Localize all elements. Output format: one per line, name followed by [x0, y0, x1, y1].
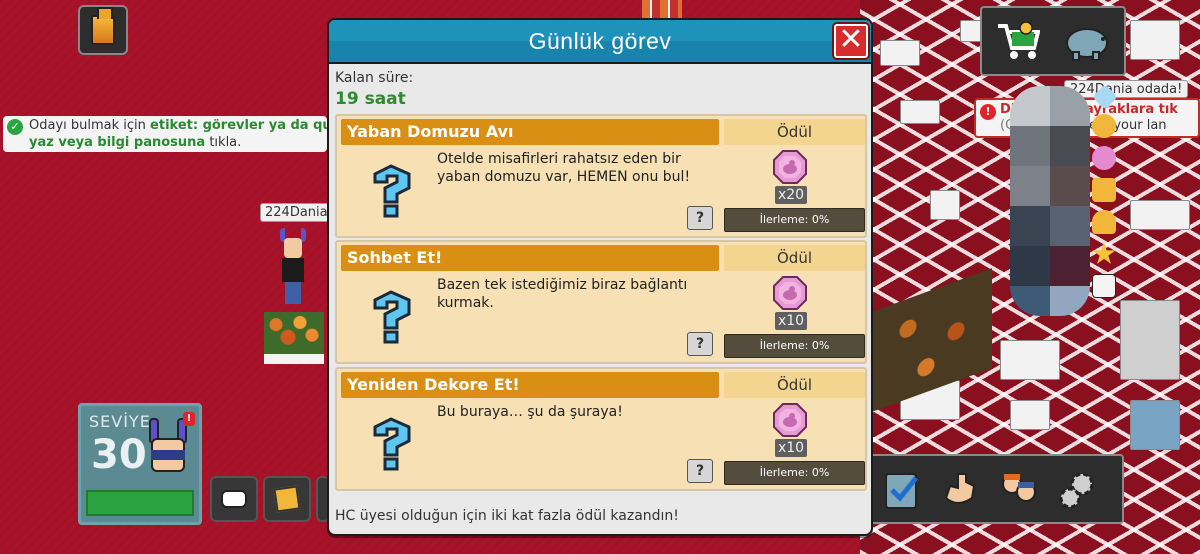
waterfall — [1130, 400, 1180, 450]
reward-count: x10 — [775, 439, 807, 457]
question-mark-icon — [373, 290, 411, 344]
chat-button[interactable] — [210, 476, 258, 522]
quest-card: Yaban Domuzu Avı Ödül Otelde misafirleri… — [335, 114, 867, 238]
reward-count: x10 — [775, 312, 807, 330]
quest-title: Yaban Domuzu Avı — [341, 119, 719, 145]
reward-header: Ödül — [724, 245, 865, 271]
daily-quest-dialog: Günlük görev ✕ Kalan süre: 19 saat Yaban… — [327, 18, 873, 536]
chat-bubble-icon — [221, 490, 247, 508]
quest-title: Yeniden Dekore Et! — [341, 372, 719, 398]
avatar-head — [284, 238, 302, 258]
cards-icon[interactable] — [1092, 274, 1116, 298]
avatar-legs — [285, 282, 301, 304]
room-hint-notice: ✓ Odayı bulmak için etiket: görevler ya … — [3, 116, 327, 152]
helmet-icon[interactable] — [1092, 210, 1116, 234]
reward-header: Ödül — [724, 372, 865, 398]
navigator-button[interactable] — [934, 464, 986, 516]
quest-progress: İlerleme: 0% — [724, 334, 865, 358]
diamond-icon[interactable] — [1092, 84, 1118, 110]
remaining-time-label: Kalan süre: — [335, 70, 414, 86]
help-button[interactable]: ? — [687, 206, 713, 230]
toolbar-panel — [868, 454, 1124, 524]
dialog-title: Günlük görev — [528, 28, 672, 54]
quest-description: Bu buraya… şu da şuraya! — [437, 404, 623, 420]
censored-avatar — [1010, 86, 1090, 316]
close-icon: ✕ — [838, 22, 864, 57]
people-icon — [1002, 474, 1036, 502]
friends-button[interactable] — [992, 464, 1044, 516]
flower-pot — [264, 312, 324, 364]
remaining-time-value: 19 saat — [335, 89, 406, 109]
notice-text: tıkla. — [205, 135, 242, 150]
clipboard-check-icon — [885, 473, 918, 509]
quest-description: Bazen tek istediğimiz biraz bağlantı kur… — [437, 277, 688, 311]
gears-icon — [1059, 472, 1094, 509]
shop-panel — [980, 6, 1126, 76]
question-mark-icon — [373, 164, 411, 218]
notice-text: Odayı bulmak için — [29, 118, 151, 133]
furniture-block — [1010, 400, 1050, 430]
furniture-block — [880, 40, 920, 66]
notice-bold-text: etiket: görevler ya da quest — [150, 118, 327, 133]
avatar-name-tag: 224Dania — [260, 203, 333, 222]
duck-badge-icon — [773, 276, 807, 310]
help-button[interactable]: ? — [687, 332, 713, 356]
furniture-block — [1000, 340, 1060, 380]
furniture-block — [930, 190, 960, 220]
duck-badge-icon — [773, 150, 807, 184]
ramp — [1120, 300, 1180, 380]
star-icon[interactable] — [1092, 242, 1116, 264]
furniture-block — [1130, 20, 1180, 60]
quest-title: Sohbet Et! — [341, 245, 719, 271]
hc-icon[interactable] — [1092, 178, 1116, 202]
avatar-portrait — [141, 418, 195, 480]
sticky-note-icon — [273, 485, 301, 513]
question-mark-icon — [373, 417, 411, 471]
hotel-icon — [91, 7, 115, 45]
duckets-icon[interactable] — [1092, 146, 1116, 170]
hand-icon — [944, 473, 976, 504]
reward-count: x20 — [775, 186, 807, 204]
player-avatar[interactable] — [278, 228, 308, 308]
piggy-bank-icon — [1066, 28, 1108, 61]
furniture-block — [900, 100, 940, 124]
wallet-button[interactable] — [1058, 16, 1118, 68]
level-alert-badge: ! — [183, 412, 195, 426]
settings-button[interactable] — [1050, 464, 1102, 516]
close-button[interactable]: ✕ — [834, 24, 868, 58]
cart-icon — [998, 22, 1040, 59]
shop-button[interactable] — [990, 16, 1046, 68]
help-button[interactable]: ? — [687, 459, 713, 483]
alert-subtext: elect your lan — [1077, 118, 1167, 133]
quests-button[interactable] — [876, 464, 928, 516]
level-progress-bar — [86, 490, 194, 516]
side-icon-stack — [1092, 84, 1120, 306]
quest-progress: İlerleme: 0% — [724, 208, 865, 232]
furniture-block — [1130, 200, 1190, 230]
check-icon: ✓ — [7, 119, 23, 135]
notes-button[interactable] — [263, 476, 311, 522]
dialog-header[interactable]: Günlük görev ✕ — [329, 20, 871, 64]
hc-bonus-note: HC üyesi olduğun için iki kat fazla ödül… — [335, 508, 679, 524]
quest-progress: İlerleme: 0% — [724, 461, 865, 485]
quest-description: Otelde misafirleri rahatsız eden bir yab… — [437, 151, 691, 185]
quest-card: Yeniden Dekore Et! Ödül Bu buraya… şu da… — [335, 367, 867, 491]
notice-bold-text: yaz veya bilgi panosuna — [29, 135, 206, 150]
alert-icon: ! — [980, 104, 996, 120]
flag-decoration — [642, 0, 682, 18]
avatar-body — [282, 258, 304, 282]
portrait-mask — [151, 450, 185, 460]
room-presence-tag: 224Dania odada! — [1064, 80, 1189, 98]
credit-coin-icon[interactable] — [1092, 114, 1116, 138]
hotel-view-button[interactable] — [78, 5, 128, 55]
quest-card: Sohbet Et! Ödül Bazen tek istediğimiz bi… — [335, 240, 867, 364]
level-value: 30 — [91, 432, 147, 478]
level-panel[interactable]: SEVİYE 30 ! — [78, 403, 202, 525]
duck-badge-icon — [773, 403, 807, 437]
reward-header: Ödül — [724, 119, 865, 145]
